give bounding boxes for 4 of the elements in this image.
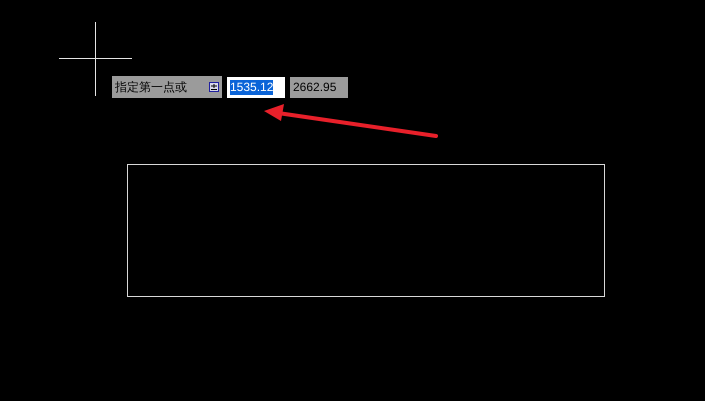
coordinate-field[interactable]: 2662.95 (290, 76, 348, 98)
coordinate-field[interactable]: 1535.12 (227, 76, 285, 98)
prompt-text: 指定第一点或 (115, 81, 187, 93)
options-icon[interactable] (209, 82, 219, 92)
